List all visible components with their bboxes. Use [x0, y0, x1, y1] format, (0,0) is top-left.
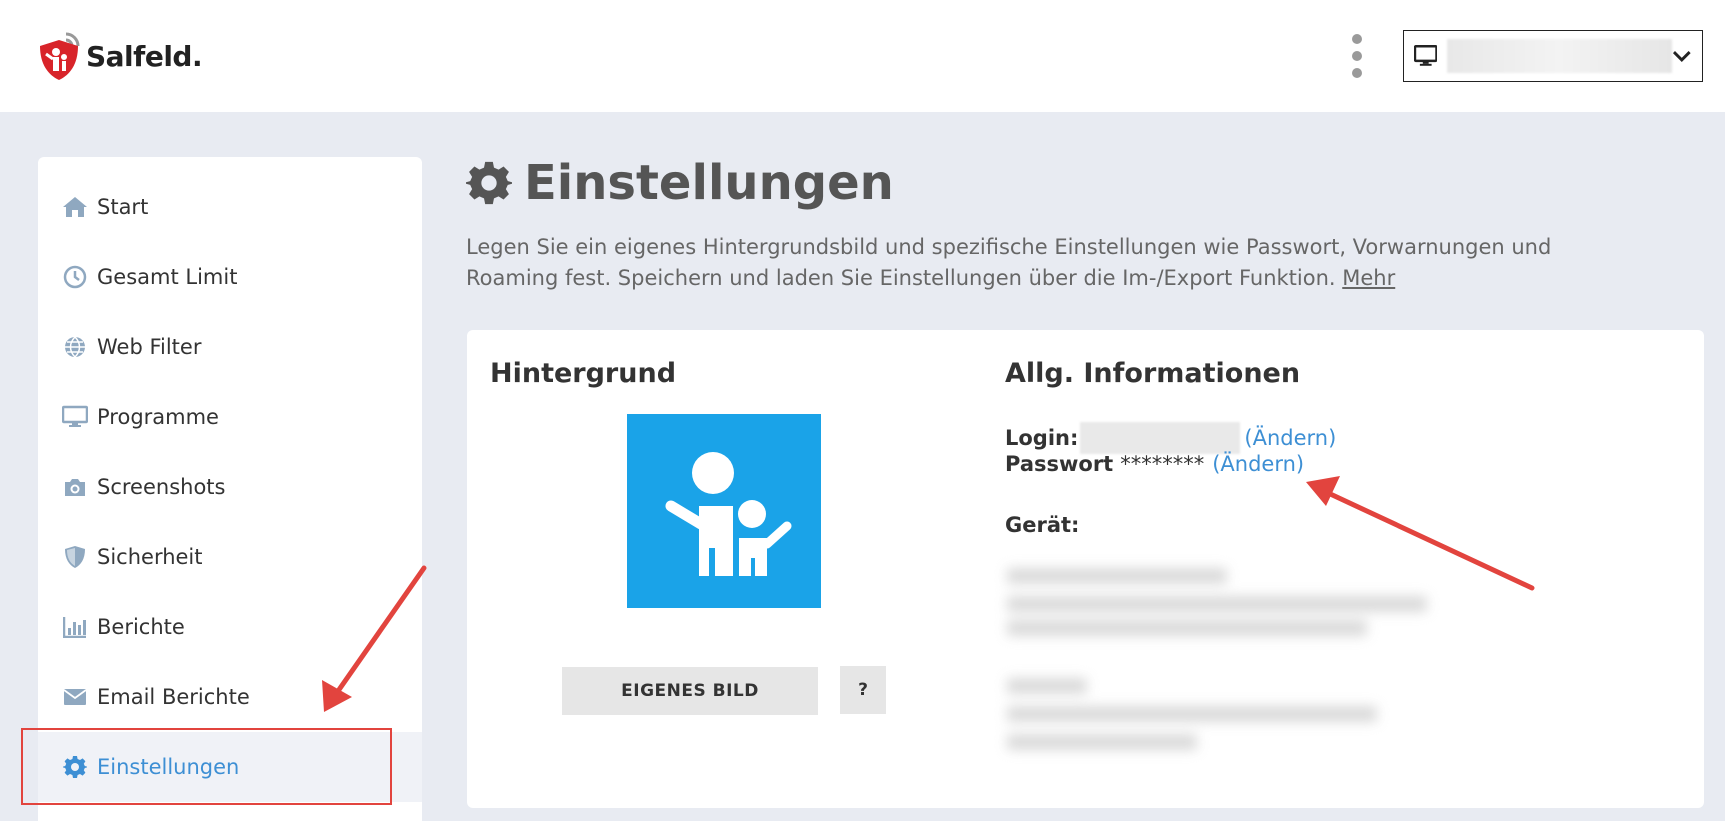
login-row: Login: (Ändern) — [1005, 422, 1336, 454]
sidebar-item-start[interactable]: Start — [38, 172, 422, 242]
sidebar-item-label: Email Berichte — [97, 685, 250, 709]
sidebar-item-label: Start — [97, 195, 149, 219]
more-link[interactable]: Mehr — [1342, 266, 1395, 290]
sidebar-item-label: Sicherheit — [97, 545, 203, 569]
sidebar-item-label: Gesamt Limit — [97, 265, 238, 289]
sidebar-item-label: Einstellungen — [97, 755, 240, 779]
login-change-link[interactable]: (Ändern) — [1244, 426, 1336, 450]
gear-icon — [62, 754, 88, 780]
envelope-icon — [62, 684, 88, 710]
shield-icon — [62, 544, 88, 570]
password-row: Passwort ******** (Ändern) — [1005, 452, 1304, 476]
globe-icon — [62, 334, 88, 360]
sidebar-item-programme[interactable]: Programme — [38, 382, 422, 452]
own-image-button[interactable]: EIGENES BILD — [562, 667, 818, 715]
device-info-blurred — [995, 558, 1435, 780]
bar-chart-icon — [62, 614, 88, 640]
salfeld-logo[interactable]: Salfeld. — [36, 28, 203, 84]
salfeld-shield-icon — [40, 32, 80, 80]
help-button[interactable]: ? — [840, 666, 886, 714]
sidebar-item-screenshots[interactable]: Screenshots — [38, 452, 422, 522]
kebab-menu-icon[interactable] — [1346, 34, 1368, 78]
background-heading: Hintergrund — [490, 358, 677, 389]
sidebar: Start Gesamt Limit Web Filter Programme … — [38, 157, 422, 821]
sidebar-item-sicherheit[interactable]: Sicherheit — [38, 522, 422, 592]
login-label: Login: — [1005, 426, 1079, 450]
password-change-link[interactable]: (Ändern) — [1212, 452, 1304, 476]
background-image[interactable] — [627, 414, 821, 608]
home-icon — [62, 194, 88, 220]
sidebar-item-web-filter[interactable]: Web Filter — [38, 312, 422, 382]
sidebar-item-label: Web Filter — [97, 335, 202, 359]
info-heading: Allg. Informationen — [1005, 358, 1301, 389]
sidebar-item-label: Programme — [97, 405, 219, 429]
page-description: Legen Sie ein eigenes Hintergrundsbild u… — [466, 232, 1596, 294]
logo-text: Salfeld. — [86, 39, 203, 73]
monitor-icon — [1414, 45, 1438, 66]
password-value: ******** — [1120, 452, 1205, 476]
settings-card: Hintergrund EIGENES BILD ? Allg. Informa… — [467, 330, 1704, 808]
sidebar-item-berichte[interactable]: Berichte — [38, 592, 422, 662]
family-icon — [665, 452, 792, 576]
top-bar: Salfeld. — [0, 0, 1725, 112]
page-title: Einstellungen — [524, 155, 894, 211]
device-label: Gerät: — [1005, 513, 1080, 537]
sidebar-item-einstellungen[interactable]: Einstellungen — [38, 732, 422, 802]
device-row: Gerät: — [1005, 513, 1079, 537]
device-selector[interactable] — [1403, 30, 1703, 82]
sidebar-item-gesamt-limit[interactable]: Gesamt Limit — [38, 242, 422, 312]
device-name — [1447, 39, 1673, 73]
gear-icon — [466, 161, 512, 205]
monitor-icon — [62, 404, 88, 430]
clock-icon — [62, 264, 88, 290]
chevron-down-icon — [1673, 51, 1692, 62]
sidebar-item-email-berichte[interactable]: Email Berichte — [38, 662, 422, 732]
page-header: Einstellungen — [466, 155, 894, 211]
login-value — [1080, 422, 1241, 454]
sidebar-item-label: Screenshots — [97, 475, 226, 499]
sidebar-item-label: Berichte — [97, 615, 185, 639]
password-label: Passwort — [1005, 452, 1114, 476]
camera-icon — [62, 474, 88, 500]
